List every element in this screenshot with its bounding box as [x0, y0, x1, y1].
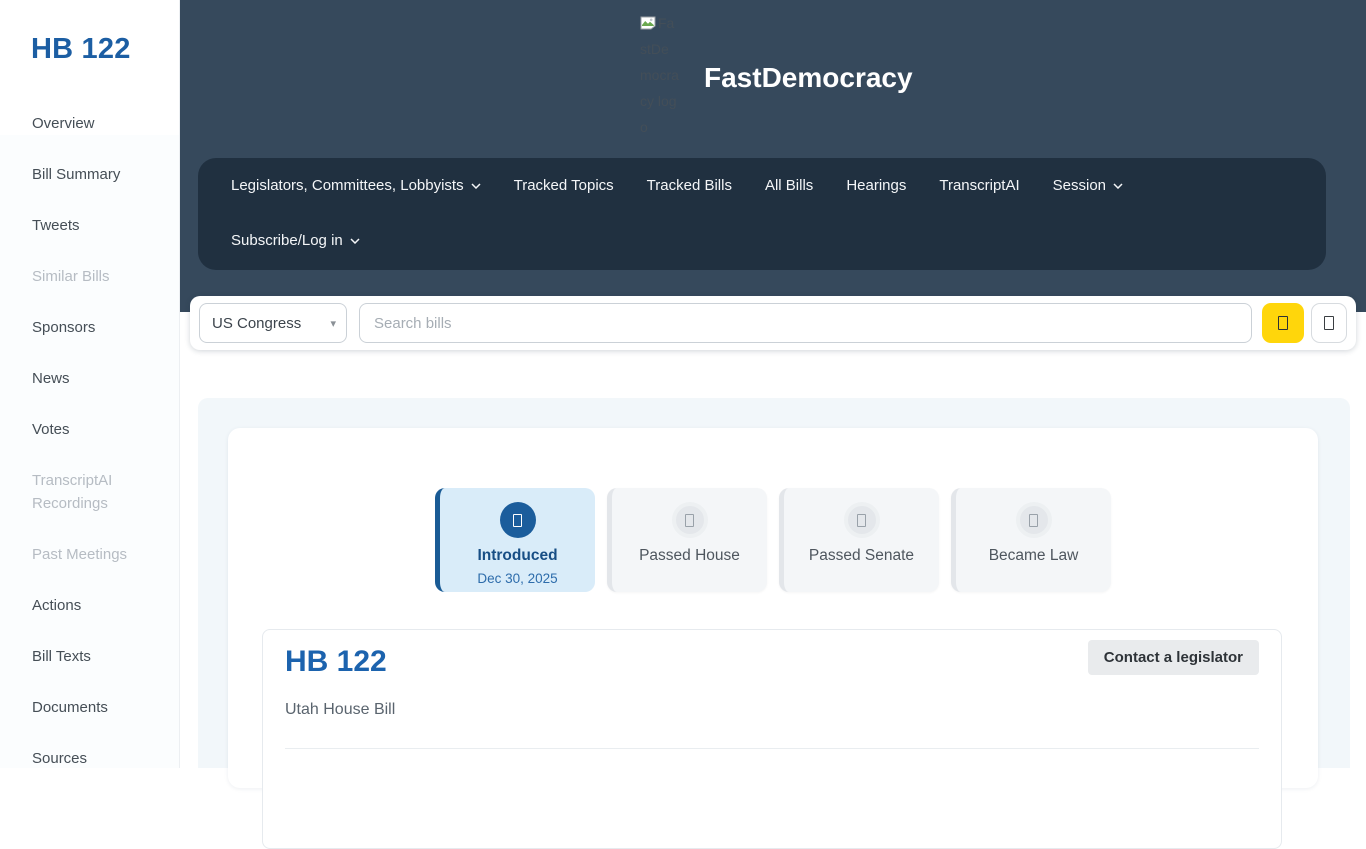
sidebar-item-sources[interactable]: Sources	[32, 747, 165, 770]
brand-title[interactable]: FastDemocracy	[704, 62, 913, 94]
bill-search-bar: US Congress ▾	[190, 296, 1356, 350]
jurisdiction-select[interactable]: US Congress ▾	[199, 303, 347, 343]
nav-tracked-topics[interactable]: Tracked Topics	[514, 175, 614, 197]
chevron-down-icon	[1113, 183, 1123, 189]
passed-senate-step-icon	[844, 502, 880, 538]
progress-step-passed-senate: Passed Senate	[779, 488, 939, 592]
nav-subscribe-login[interactable]: Subscribe/Log in	[231, 230, 360, 252]
sidebar-item-bill-summary[interactable]: Bill Summary	[32, 163, 165, 186]
sidebar-item-similar-bills: Similar Bills	[32, 265, 165, 288]
nav-all-bills[interactable]: All Bills	[765, 175, 813, 197]
progress-step-introduced: Introduced Dec 30, 2025	[435, 488, 595, 592]
sidebar-item-news[interactable]: News	[32, 367, 165, 390]
nav-hearings[interactable]: Hearings	[846, 175, 906, 197]
site-header: FastDemocracy logo FastDemocracy Legisla…	[180, 0, 1366, 312]
bill-card-divider	[285, 748, 1259, 749]
nav-legislators-committees-lobbyists[interactable]: Legislators, Committees, Lobbyists	[231, 175, 481, 197]
step-label: Became Law	[956, 547, 1111, 565]
secondary-search-button[interactable]	[1311, 303, 1347, 343]
introduced-step-icon	[500, 502, 536, 538]
bill-sidebar: HB 122 Overview Bill Summary Tweets Simi…	[0, 0, 180, 768]
nav-transcriptai[interactable]: TranscriptAI	[939, 175, 1019, 197]
select-arrow-icon: ▾	[330, 317, 336, 330]
main-nav-row-1: Legislators, Committees, Lobbyists Track…	[231, 175, 1326, 197]
sidebar-item-votes[interactable]: Votes	[32, 418, 165, 441]
passed-house-step-icon	[672, 502, 708, 538]
nav-tracked-bills[interactable]: Tracked Bills	[647, 175, 732, 197]
progress-step-became-law: Became Law	[951, 488, 1111, 592]
nav-session[interactable]: Session	[1053, 175, 1123, 197]
sidebar-item-tweets[interactable]: Tweets	[32, 214, 165, 237]
bill-progress-tracker: Introduced Dec 30, 2025 Passed House Pas…	[228, 428, 1318, 592]
chevron-down-icon	[350, 238, 360, 244]
jurisdiction-selected-value: US Congress	[212, 315, 301, 332]
sidebar-item-bill-texts[interactable]: Bill Texts	[32, 645, 165, 668]
main-nav: Legislators, Committees, Lobbyists Track…	[198, 158, 1326, 270]
became-law-step-icon	[1016, 502, 1052, 538]
sidebar-item-actions[interactable]: Actions	[32, 594, 165, 617]
sidebar-item-documents[interactable]: Documents	[32, 696, 165, 719]
secondary-button-icon	[1324, 316, 1334, 330]
step-date: Dec 30, 2025	[440, 571, 595, 586]
sidebar-bill-title: HB 122	[31, 33, 131, 66]
sidebar-item-past-meetings: Past Meetings	[32, 543, 165, 566]
sidebar-nav: Overview Bill Summary Tweets Similar Bil…	[32, 112, 165, 798]
logo-alt-text: FastDemocracy logo	[640, 15, 679, 135]
sidebar-item-overview[interactable]: Overview	[32, 112, 165, 135]
bill-overview-card: Introduced Dec 30, 2025 Passed House Pas…	[228, 428, 1318, 788]
search-icon	[1278, 316, 1288, 330]
chevron-down-icon	[471, 183, 481, 189]
broken-image-icon	[640, 16, 656, 30]
step-label: Passed House	[612, 547, 767, 565]
search-button[interactable]	[1262, 303, 1304, 343]
broken-logo-image[interactable]: FastDemocracy logo	[640, 10, 680, 140]
search-input[interactable]	[359, 303, 1252, 343]
bill-detail-card: HB 122 Contact a legislator Utah House B…	[262, 629, 1282, 849]
progress-step-passed-house: Passed House	[607, 488, 767, 592]
contact-legislator-button[interactable]: Contact a legislator	[1088, 640, 1259, 675]
main-nav-row-2: Subscribe/Log in	[231, 230, 1326, 252]
step-label: Introduced	[440, 547, 595, 565]
sidebar-item-sponsors[interactable]: Sponsors	[32, 316, 165, 339]
bill-description: Utah House Bill	[285, 701, 1259, 719]
sidebar-item-transcriptai-recordings: TranscriptAI Recordings	[32, 469, 165, 515]
step-label: Passed Senate	[784, 547, 939, 565]
